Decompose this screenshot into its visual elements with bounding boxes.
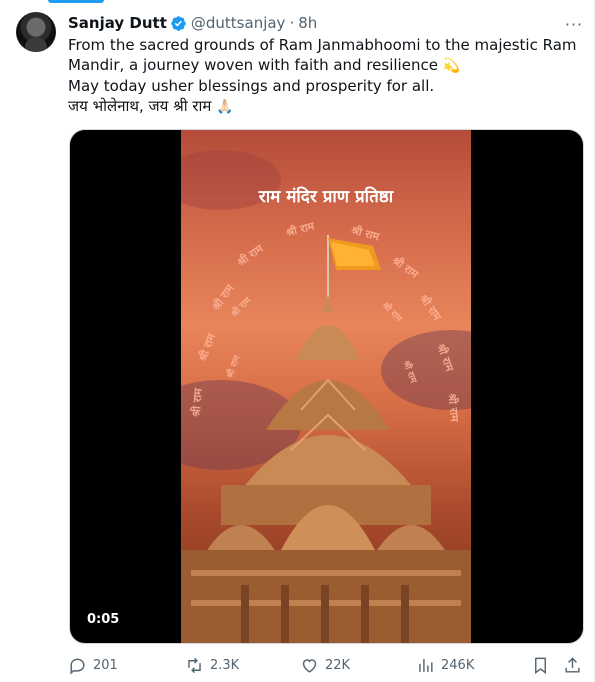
bookmark-button[interactable] (531, 654, 550, 676)
folded-hands-emoji-icon: 🙏🏻 (216, 99, 234, 115)
share-button[interactable] (563, 654, 582, 676)
heart-icon (302, 658, 317, 673)
top-accent-bar (48, 0, 104, 3)
tweet-text: From the sacred grounds of Ram Janmabhoo… (68, 35, 577, 117)
share-icon (565, 656, 580, 673)
tweet-text-line-2: Mandir, a journey woven with faith and r… (68, 55, 568, 76)
author-handle[interactable]: @duttsanjay (191, 14, 286, 32)
reply-icon (70, 658, 85, 675)
reply-button[interactable]: 201 (68, 654, 118, 676)
sparkle-emoji-icon: 💫 (442, 58, 461, 74)
more-options-button[interactable]: ··· (560, 12, 588, 36)
like-count: 22K (325, 657, 351, 673)
repost-icon (188, 657, 201, 673)
reply-count: 201 (93, 657, 118, 673)
views-chart-icon (419, 658, 433, 672)
video-frame: राम मंदिर प्राण प्रतिष्ठा श्री राम श्री … (181, 130, 471, 643)
tweet-text-line-1: From the sacred grounds of Ram Janmabhoo… (68, 36, 577, 54)
post-time[interactable]: 8h (298, 14, 317, 32)
action-bar: 201 2.3K 22K 246K (68, 654, 588, 676)
tweet-text-line-2-content: Mandir, a journey woven with faith and r… (68, 56, 438, 74)
more-dots-icon: ··· (564, 14, 584, 34)
temple-illustration (181, 235, 471, 643)
video-timestamp: 0:05 (87, 612, 120, 627)
repost-button[interactable]: 2.3K (185, 654, 239, 676)
separator-dot: · (289, 14, 295, 32)
author-name[interactable]: Sanjay Dutt (68, 14, 167, 32)
tweet-text-line-4-content: जय भोलेनाथ, जय श्री राम (68, 97, 212, 115)
tweet-text-line-3: May today usher blessings and prosperity… (68, 77, 435, 95)
like-button[interactable]: 22K (300, 654, 350, 676)
views-button[interactable]: 246K (416, 654, 474, 676)
bookmark-icon (535, 657, 546, 674)
video-player[interactable]: राम मंदिर प्राण प्रतिष्ठा श्री राम श्री … (69, 129, 584, 644)
tweet-header: Sanjay Dutt @duttsanjay · 8h (68, 12, 317, 34)
verified-badge-icon (171, 15, 186, 31)
tweet-text-line-4: जय भोलेनाथ, जय श्री राम 🙏🏻 (68, 96, 568, 117)
view-count: 246K (441, 657, 475, 673)
repost-count: 2.3K (210, 657, 240, 673)
avatar[interactable] (16, 12, 56, 52)
